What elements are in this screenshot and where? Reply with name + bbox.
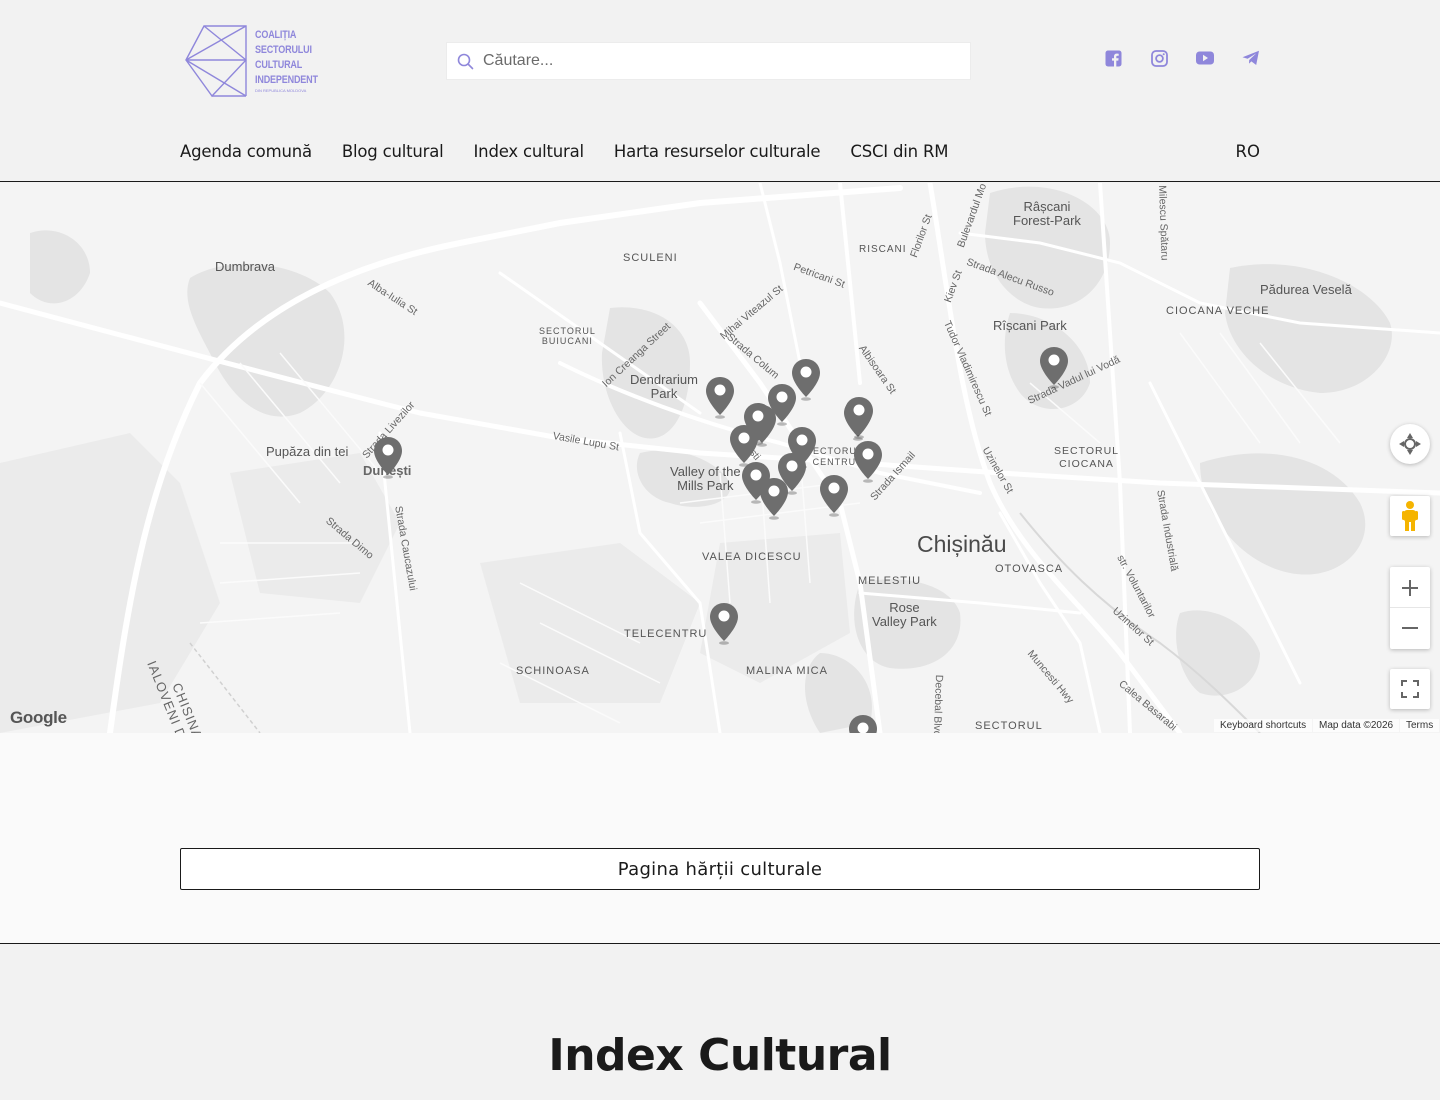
label-sectorul-buiucani: SECTORUL BUIUCANI — [539, 326, 596, 346]
label-dendrarium-park: Dendrarium Park — [630, 372, 698, 401]
nav-index-cultural[interactable]: Index cultural — [474, 142, 585, 161]
map-rotate-control[interactable] — [1390, 424, 1430, 464]
search-box[interactable] — [446, 42, 971, 80]
map-pin-icon[interactable] — [1038, 345, 1070, 391]
nav-agenda-comuna[interactable]: Agenda comună — [180, 142, 312, 161]
label-sculeni: SCULENI — [623, 252, 678, 264]
terms-link[interactable]: Terms — [1400, 719, 1440, 732]
label-riscani-park: Rîșcani Park — [993, 318, 1067, 333]
instagram-icon[interactable] — [1150, 49, 1168, 67]
fullscreen-button[interactable] — [1390, 669, 1430, 709]
label-rascani-forest: Râșcani Forest-Park — [1013, 199, 1081, 228]
map-pin-icon[interactable] — [758, 476, 790, 522]
index-cultural-heading: Index Cultural — [548, 1030, 892, 1081]
zoom-in-button[interactable] — [1390, 568, 1430, 608]
map-pin-icon[interactable] — [847, 713, 879, 733]
compass-icon — [1399, 433, 1421, 455]
nav-csci-din-rm[interactable]: CSCI din RM — [850, 142, 948, 161]
street-decebal: Decebal Blvd — [930, 674, 945, 733]
label-valea-dicescu: VALEA DICESCU — [702, 551, 802, 563]
logo-hexagon-icon — [185, 25, 247, 98]
telegram-icon[interactable] — [1242, 49, 1260, 67]
plus-icon — [1402, 579, 1418, 596]
site-header: COALIȚIA SECTORULUI CULTURAL INDEPENDENT… — [0, 0, 1440, 182]
map-page-button[interactable]: Pagina hărții culturale — [180, 848, 1260, 890]
label-pupaza-din-tei: Pupăza din tei — [266, 444, 349, 459]
keyboard-shortcuts-link[interactable]: Keyboard shortcuts — [1214, 719, 1313, 732]
label-chisinau: Chișinău — [917, 531, 1007, 557]
label-malina-mica: MALINA MICA — [746, 665, 828, 677]
social-links — [1104, 49, 1260, 67]
pegman-icon — [1402, 501, 1418, 531]
street-milescu: Milescu Spătaru — [1156, 185, 1171, 261]
map-data-attribution: Map data ©2026 — [1313, 719, 1400, 732]
google-logo: Google — [10, 708, 67, 727]
logo-subtitle: DIN REPUBLICA MOLDOVA — [255, 88, 307, 93]
nav-blog-cultural[interactable]: Blog cultural — [342, 142, 444, 161]
label-melestiu: MELESTIU — [858, 575, 922, 587]
map-pin-icon[interactable] — [852, 439, 884, 485]
label-schinoasa: SCHINOASA — [516, 665, 590, 677]
zoom-out-button[interactable] — [1390, 608, 1430, 648]
label-valley-of-mills: Valley of the Mills Park — [670, 464, 741, 493]
map-pin-icon[interactable] — [704, 375, 736, 421]
map-pin-icon[interactable] — [818, 473, 850, 519]
nav-harta-resurselor[interactable]: Harta resurselor culturale — [614, 142, 821, 161]
label-rose-valley: Rose Valley Park — [872, 600, 937, 629]
language-switcher[interactable]: RO — [1236, 142, 1260, 161]
label-telecentru: TELECENTRU — [624, 628, 708, 640]
youtube-icon[interactable] — [1196, 49, 1214, 67]
logo-wordmark: COALIȚIA SECTORULUI CULTURAL INDEPENDENT — [255, 29, 318, 86]
label-sectorul-bottom: SECTORUL — [975, 720, 1043, 732]
fullscreen-icon — [1401, 680, 1419, 698]
minus-icon — [1402, 627, 1418, 629]
label-sectorul-ciocana: SECTORUL CIOCANA — [1054, 445, 1119, 470]
label-riscani: RISCANI — [859, 244, 907, 255]
street-view-pegman[interactable] — [1390, 496, 1430, 536]
main-nav: Agenda comună Blog cultural Index cultur… — [180, 142, 948, 161]
map-pin-icon[interactable] — [843, 395, 875, 441]
cultural-map[interactable]: Dumbrava SCULENI RISCANI Râșcani Forest-P… — [0, 183, 1440, 733]
search-input[interactable] — [483, 52, 943, 70]
site-logo[interactable]: COALIȚIA SECTORULUI CULTURAL INDEPENDENT… — [184, 24, 324, 100]
zoom-controls — [1390, 567, 1430, 649]
label-otovasca: OTOVASCA — [995, 563, 1064, 575]
facebook-icon[interactable] — [1104, 49, 1122, 67]
label-ciocana-veche: CIOCANA VECHE — [1166, 305, 1270, 317]
search-icon — [457, 53, 474, 69]
label-padurea-vesela: Pădurea Veselă — [1260, 282, 1352, 297]
map-pin-icon[interactable] — [708, 601, 740, 647]
label-dumbrava: Dumbrava — [215, 259, 275, 274]
map-pin-icon[interactable] — [372, 435, 404, 481]
map-cta-section: Pagina hărții culturale — [0, 733, 1440, 944]
